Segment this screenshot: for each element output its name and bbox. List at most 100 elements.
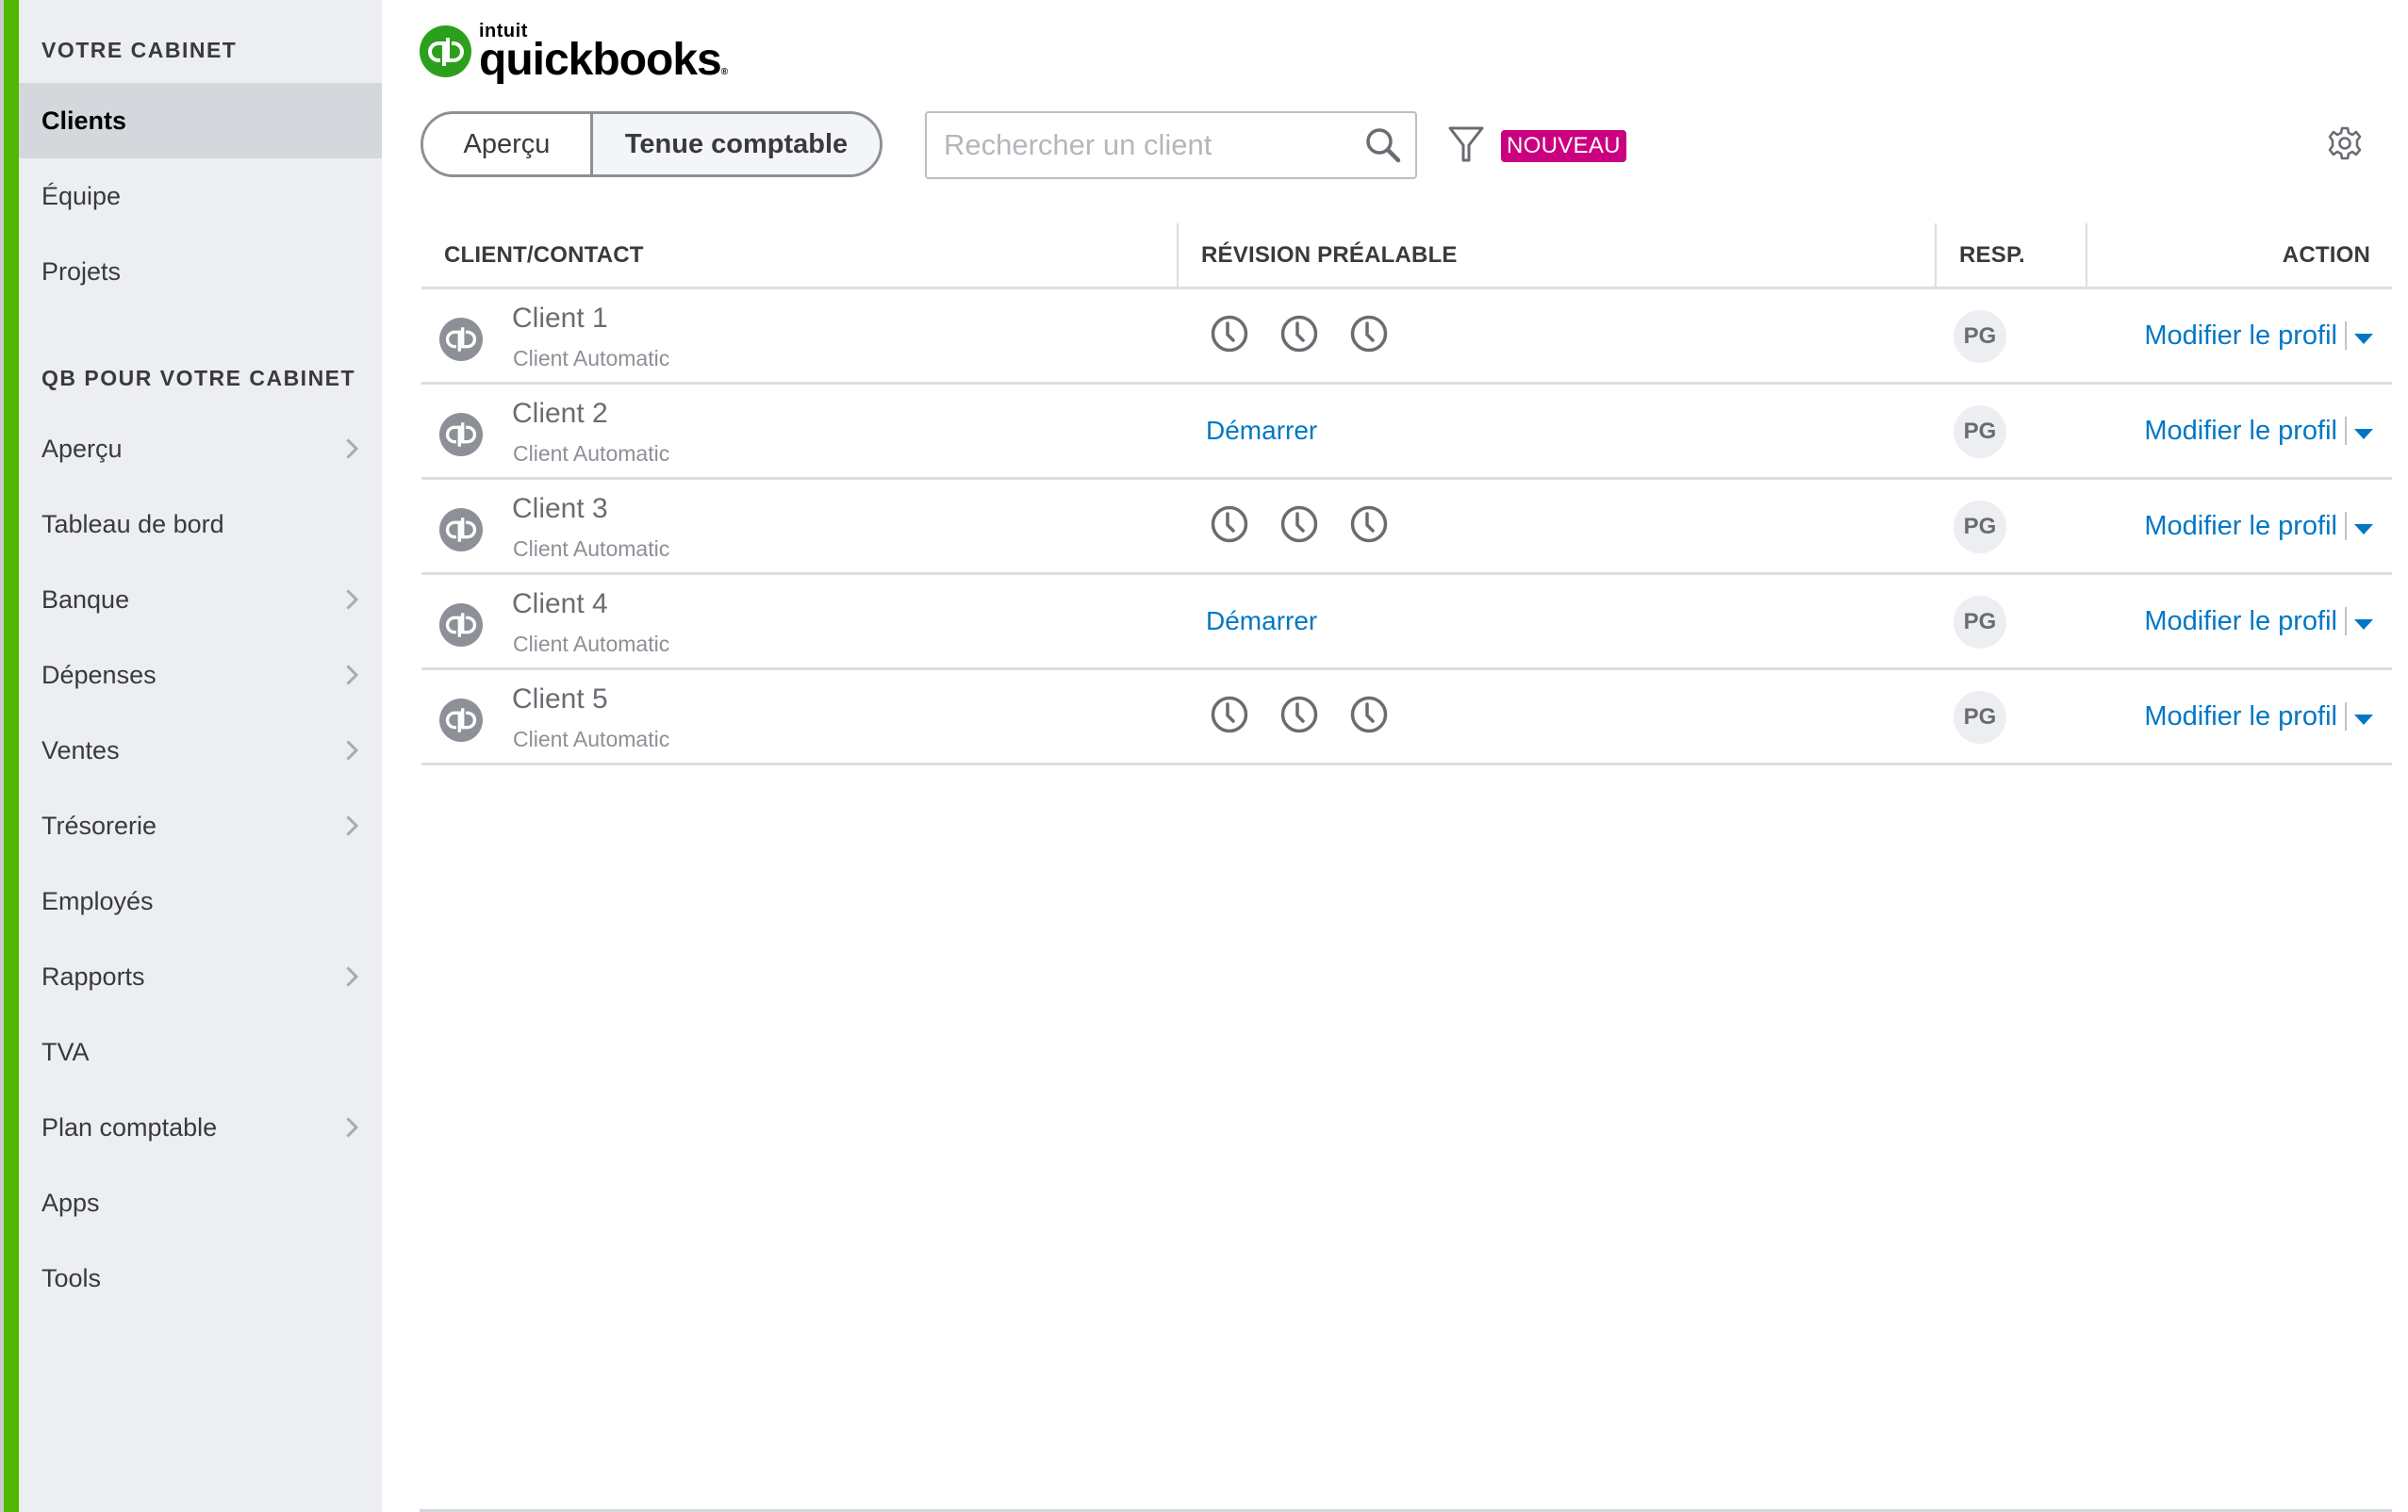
start-review-link[interactable]: Démarrer (1206, 575, 1317, 667)
section-heading-qb: QB POUR VOTRE CABINET (41, 366, 356, 390)
client-name-link[interactable]: Client 5 (512, 683, 608, 715)
sidebar-item-ventes[interactable]: Ventes (19, 713, 382, 788)
filter-icon[interactable] (1447, 124, 1485, 164)
logo-quickbooks-word: quickbooks (479, 35, 722, 85)
sidebar-item-equipe[interactable]: Équipe (19, 158, 382, 234)
clock-icon[interactable] (1210, 504, 1249, 544)
clock-icon[interactable] (1349, 695, 1389, 734)
edit-profile-link[interactable]: Modifier le profil (2144, 701, 2337, 732)
edit-profile-link[interactable]: Modifier le profil (2144, 320, 2337, 352)
caret-down-icon[interactable] (2354, 428, 2373, 439)
client-qb-avatar-icon (439, 698, 483, 742)
sidebar-item-tva[interactable]: TVA (19, 1014, 382, 1090)
client-qb-avatar-icon (439, 413, 483, 456)
resp-avatar: PG (1954, 691, 2006, 744)
sidebar-item-label: Trésorerie (41, 811, 157, 840)
view-toggle: Aperçu Tenue comptable (421, 111, 882, 177)
sidebar-item-tresorerie[interactable]: Trésorerie (19, 788, 382, 863)
table-row: Client 3 Client Automatic PG Modifier le… (421, 480, 2392, 575)
new-badge: NOUVEAU (1501, 130, 1626, 162)
clock-icon[interactable] (1349, 504, 1389, 544)
sidebar-item-label: Apps (41, 1188, 100, 1217)
client-name-link[interactable]: Client 4 (512, 588, 608, 620)
chevron-right-icon (338, 1117, 359, 1138)
column-header-action: ACTION (2086, 223, 2370, 287)
column-header-resp[interactable]: RESP. (1935, 223, 2025, 287)
table-row: Client 2 Client Automatic Démarrer PG Mo… (421, 385, 2392, 480)
client-type: Client Automatic (513, 632, 670, 656)
sidebar-item-tableau-de-bord[interactable]: Tableau de bord (19, 486, 382, 562)
sidebar-item-tools[interactable]: Tools (19, 1241, 382, 1316)
edit-profile-link[interactable]: Modifier le profil (2144, 606, 2337, 637)
clock-icon[interactable] (1210, 695, 1249, 734)
sidebar-item-banque[interactable]: Banque (19, 562, 382, 637)
review-pending-icons (1210, 504, 1389, 544)
tab-tenue-comptable[interactable]: Tenue comptable (593, 114, 880, 174)
sidebar-item-depenses[interactable]: Dépenses (19, 637, 382, 713)
row-action: Modifier le profil (2144, 670, 2373, 763)
clock-icon[interactable] (1279, 314, 1319, 353)
qb-logo-mark-icon (420, 25, 471, 77)
resp-avatar: PG (1954, 310, 2006, 363)
section-heading-firm: VOTRE CABINET (41, 38, 238, 62)
caret-down-icon[interactable] (2354, 618, 2373, 630)
gear-icon[interactable] (2327, 125, 2363, 161)
client-name-link[interactable]: Client 3 (512, 493, 608, 525)
client-type: Client Automatic (513, 727, 670, 751)
clock-icon[interactable] (1279, 695, 1319, 734)
sidebar: VOTRE CABINET Clients Équipe Projets QB … (0, 0, 382, 1512)
resp-avatar: PG (1954, 596, 2006, 649)
column-header-revision[interactable]: RÉVISION PRÉALABLE (1177, 223, 1458, 287)
row-action: Modifier le profil (2144, 385, 2373, 477)
row-action: Modifier le profil (2144, 289, 2373, 382)
clock-icon[interactable] (1349, 314, 1389, 353)
sidebar-item-label: Employés (41, 886, 154, 915)
sidebar-item-label: Dépenses (41, 660, 157, 689)
table-header: CLIENT/CONTACT RÉVISION PRÉALABLE RESP. … (421, 223, 2392, 289)
resp-avatar: PG (1954, 405, 2006, 458)
client-qb-avatar-icon (439, 318, 483, 361)
action-divider (2345, 321, 2347, 350)
chevron-right-icon (338, 815, 359, 836)
chevron-right-icon (338, 665, 359, 685)
table-row: Client 1 Client Automatic PG Modifier le… (421, 289, 2392, 385)
table-row: Client 5 Client Automatic PG Modifier le… (421, 670, 2392, 765)
sidebar-item-apercu[interactable]: Aperçu (19, 411, 382, 486)
review-pending-icons (1210, 314, 1389, 353)
client-qb-avatar-icon (439, 603, 483, 647)
client-type: Client Automatic (513, 536, 670, 561)
start-review-link[interactable]: Démarrer (1206, 385, 1317, 477)
sidebar-item-plan-comptable[interactable]: Plan comptable (19, 1090, 382, 1165)
chevron-right-icon (338, 589, 359, 610)
edit-profile-link[interactable]: Modifier le profil (2144, 511, 2337, 542)
sidebar-item-label: Ventes (41, 735, 120, 764)
logo-quickbooks-text: quickbooks® (479, 38, 728, 93)
sidebar-item-projets[interactable]: Projets (19, 234, 382, 309)
search-icon[interactable] (1364, 126, 1402, 164)
chevron-right-icon (338, 966, 359, 987)
client-name-link[interactable]: Client 2 (512, 398, 608, 430)
sidebar-item-label: TVA (41, 1037, 90, 1066)
sidebar-item-apps[interactable]: Apps (19, 1165, 382, 1241)
client-qb-avatar-icon (439, 508, 483, 551)
clock-icon[interactable] (1210, 314, 1249, 353)
tab-apercu[interactable]: Aperçu (423, 114, 593, 174)
row-action: Modifier le profil (2144, 575, 2373, 667)
resp-avatar: PG (1954, 501, 2006, 553)
caret-down-icon[interactable] (2354, 333, 2373, 344)
sidebar-item-clients[interactable]: Clients (19, 83, 382, 158)
caret-down-icon[interactable] (2354, 714, 2373, 725)
sidebar-item-rapports[interactable]: Rapports (19, 939, 382, 1014)
search-input[interactable] (927, 113, 1359, 177)
sidebar-item-label: Équipe (41, 181, 122, 210)
column-header-client[interactable]: CLIENT/CONTACT (421, 223, 644, 287)
sidebar-item-label: Clients (41, 106, 127, 135)
clients-table: CLIENT/CONTACT RÉVISION PRÉALABLE RESP. … (421, 223, 2392, 765)
clock-icon[interactable] (1279, 504, 1319, 544)
caret-down-icon[interactable] (2354, 523, 2373, 534)
edit-profile-link[interactable]: Modifier le profil (2144, 416, 2337, 447)
sidebar-item-employes[interactable]: Employés (19, 863, 382, 939)
chevron-right-icon (338, 438, 359, 459)
action-divider (2345, 512, 2347, 540)
client-name-link[interactable]: Client 1 (512, 303, 608, 335)
